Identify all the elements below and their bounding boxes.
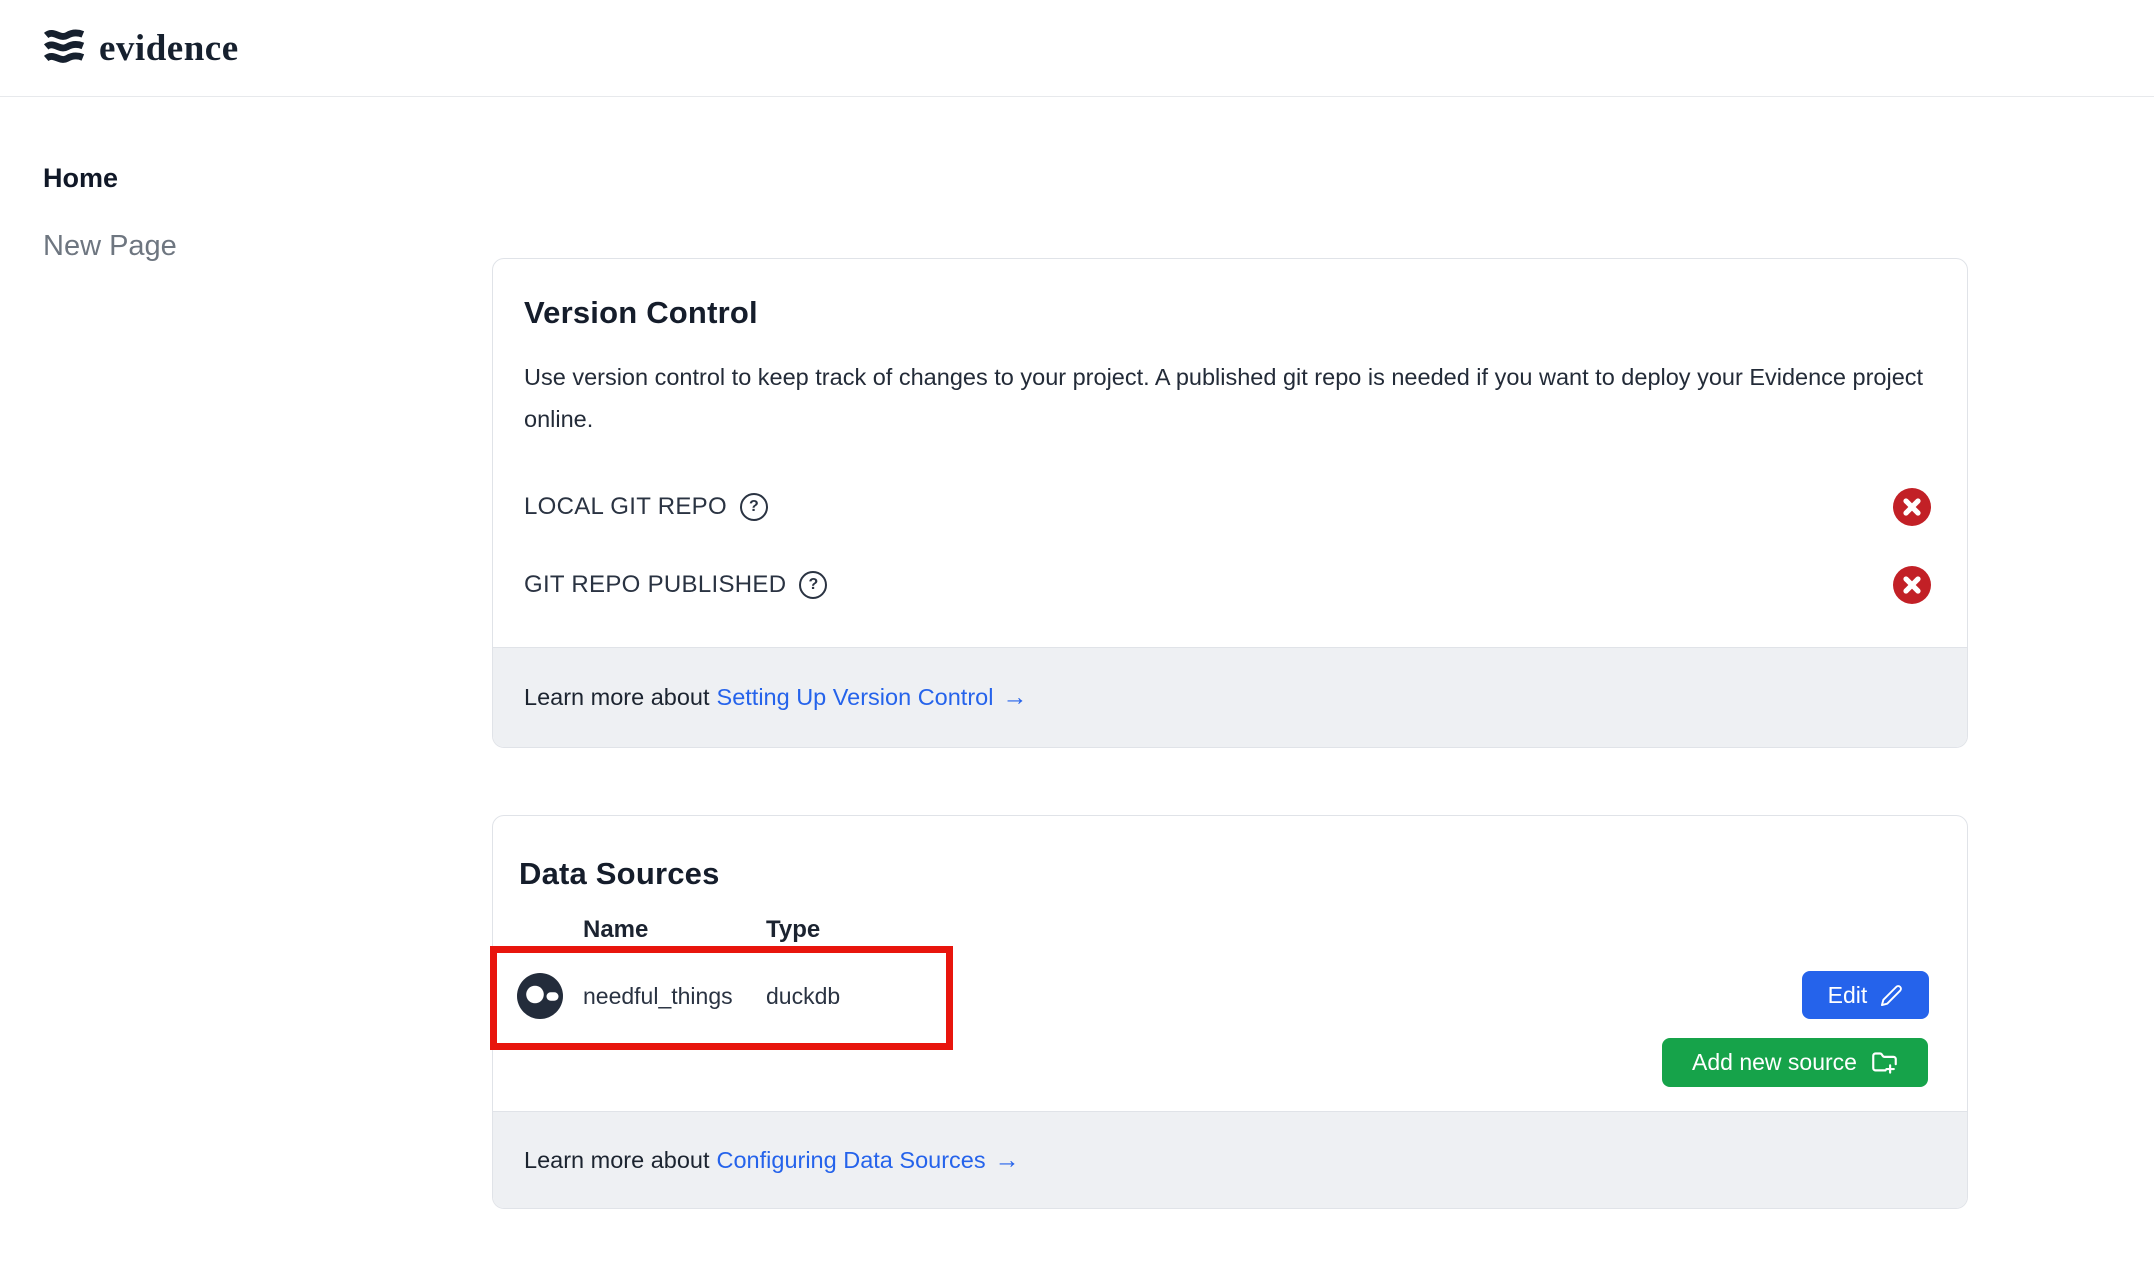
version-control-description: Use version control to keep track of cha… <box>524 356 1936 440</box>
evidence-logo[interactable]: evidence <box>42 27 239 70</box>
source-name-cell: needful_things <box>583 973 733 1019</box>
help-icon[interactable]: ? <box>799 571 827 599</box>
arrow-right-icon[interactable]: → <box>995 1146 1020 1175</box>
add-button-label: Add new source <box>1692 1049 1857 1076</box>
column-header-type: Type <box>766 916 820 944</box>
version-control-card: Version Control Use version control to k… <box>492 258 1968 748</box>
status-label-group: LOCAL GIT REPO ? <box>524 493 768 521</box>
local-git-repo-error-badge <box>1893 488 1931 526</box>
x-icon <box>1893 488 1931 526</box>
evidence-logo-icon <box>42 27 86 69</box>
column-header-name: Name <box>583 916 648 944</box>
version-control-footer: Learn more about Setting Up Version Cont… <box>493 647 1967 747</box>
configuring-data-sources-link[interactable]: Configuring Data Sources <box>717 1147 986 1174</box>
data-sources-card: Data Sources Name Type needful_things du… <box>492 815 1968 1209</box>
edit-source-button[interactable]: Edit <box>1802 971 1929 1019</box>
status-row-git-repo-published: GIT REPO PUBLISHED ? <box>524 565 1931 605</box>
top-bar: evidence <box>0 0 2154 97</box>
git-repo-published-error-badge <box>1893 566 1931 604</box>
setting-up-version-control-link[interactable]: Setting Up Version Control <box>717 684 994 711</box>
folder-plus-icon <box>1871 1049 1898 1076</box>
x-icon <box>1893 566 1931 604</box>
pencil-icon <box>1880 984 1903 1007</box>
status-row-local-git-repo: LOCAL GIT REPO ? <box>524 487 1931 527</box>
logo-wordmark: evidence <box>99 27 239 70</box>
footer-prefix-text: Learn more about <box>524 684 710 711</box>
data-sources-title: Data Sources <box>519 856 720 892</box>
sidebar-item-new-page[interactable]: New Page <box>43 230 177 263</box>
status-label-group: GIT REPO PUBLISHED ? <box>524 571 827 599</box>
sidebar-item-home[interactable]: Home <box>43 163 118 194</box>
data-sources-footer: Learn more about Configuring Data Source… <box>493 1111 1967 1208</box>
duckdb-logo-icon <box>517 973 563 1019</box>
arrow-right-icon[interactable]: → <box>1002 683 1027 712</box>
add-new-source-button[interactable]: Add new source <box>1662 1038 1928 1087</box>
footer-prefix-text: Learn more about <box>524 1147 710 1174</box>
local-git-repo-label: LOCAL GIT REPO <box>524 493 727 521</box>
git-repo-published-label: GIT REPO PUBLISHED <box>524 571 786 599</box>
edit-button-label: Edit <box>1828 982 1868 1009</box>
help-icon[interactable]: ? <box>740 493 768 521</box>
source-type-cell: duckdb <box>766 973 840 1019</box>
version-control-title: Version Control <box>524 295 758 331</box>
evidence-settings-page: evidence Home New Page Version Control U… <box>0 0 2154 1263</box>
